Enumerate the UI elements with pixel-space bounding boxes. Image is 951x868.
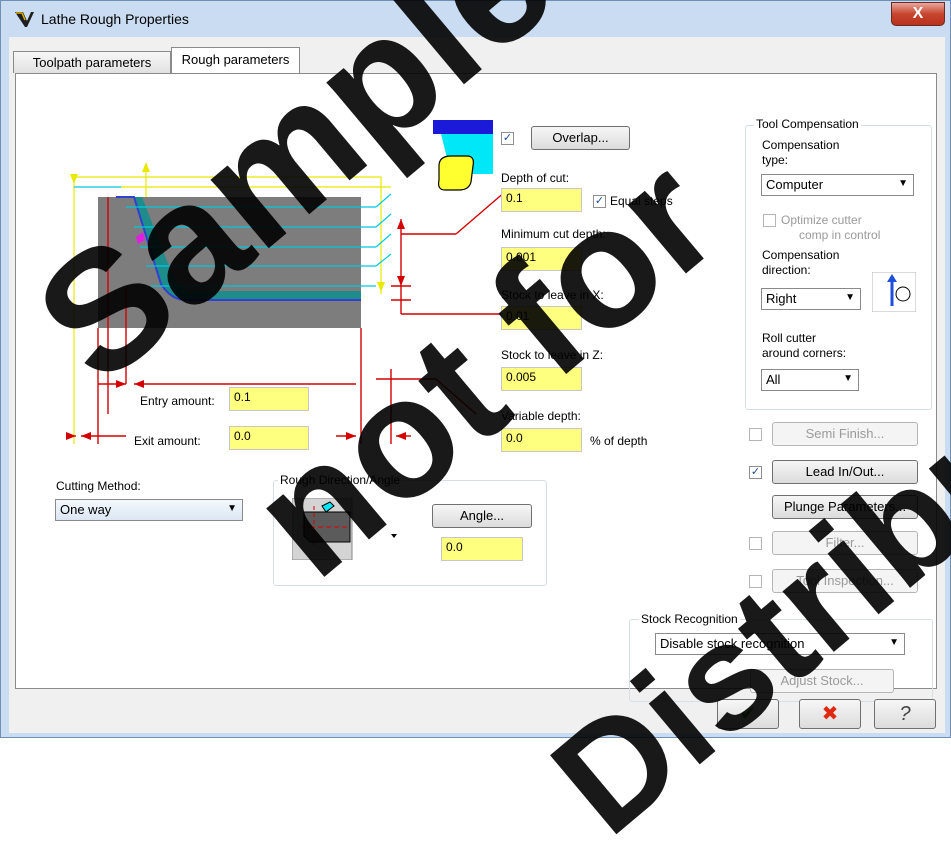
lead-in-out-button[interactable]: Lead In/Out... [772,460,918,484]
cutting-method-select[interactable]: One way ▼ [55,499,243,521]
variable-depth-label: Variable depth: [501,409,581,423]
stock-to-leave-x-label: Stock to leave in X: [501,288,604,302]
chevron-down-icon: ▼ [843,373,853,384]
overlap-button[interactable]: Overlap... [531,126,630,150]
cutting-method-label: Cutting Method: [56,479,141,493]
adjust-stock-button[interactable]: Adjust Stock... [750,669,894,693]
equal-steps-label: Equal steps [610,194,673,208]
chevron-down-icon: ▼ [845,292,855,303]
close-button[interactable]: X [891,2,945,26]
minimum-cut-depth-input[interactable]: 0.001 [501,247,582,271]
help-button[interactable]: ? [874,699,936,729]
entry-amount-input[interactable]: 0.1 [229,387,309,411]
ok-button[interactable]: ✔ [717,699,779,729]
rough-direction-dropdown[interactable] [292,498,402,560]
stock-to-leave-z-input[interactable]: 0.005 [501,367,582,391]
rough-parameters-panel: ✓ Overlap... Depth of cut: 0.1 ✓ Equal s… [15,73,937,702]
plunge-parameters-button[interactable]: Plunge Parameters... [772,495,918,519]
optimize-cutter-checkbox[interactable] [763,214,776,227]
variable-depth-unit: % of depth [590,434,648,448]
optimize-cutter-label-line1: Optimize cutter [781,213,862,227]
compensation-type-value: Computer [766,177,824,192]
exit-amount-input[interactable]: 0.0 [229,426,309,450]
compensation-direction-select[interactable]: Right ▼ [761,288,861,310]
compensation-direction-label-line1: Compensation [762,248,840,262]
rough-direction-title: Rough Direction/Angle [278,473,403,487]
roll-cutter-label-line2: around corners: [762,346,847,360]
chevron-down-icon: ▼ [227,503,237,514]
roll-cutter-value: All [766,372,781,387]
depth-of-cut-label: Depth of cut: [501,171,570,185]
semi-finish-button[interactable]: Semi Finish... [772,422,918,446]
compensation-direction-value: Right [766,291,797,306]
stock-to-leave-z-label: Stock to leave in Z: [501,348,604,362]
window-title: Lathe Rough Properties [41,11,189,27]
stock-recognition-select[interactable]: Disable stock recognition ▼ [655,633,905,655]
compensation-type-label-line1: Compensation [762,138,840,152]
semi-finish-checkbox[interactable] [749,428,762,441]
cutting-method-value: One way [60,502,112,517]
filter-button[interactable]: Filter... [772,531,918,555]
tool-inspection-checkbox[interactable] [749,575,762,588]
stock-to-leave-x-input[interactable]: 0.01 [501,306,582,330]
stock-recognition-title: Stock Recognition [639,612,740,626]
chevron-down-icon: ▼ [898,178,908,189]
tab-rough-parameters[interactable]: Rough parameters [171,47,300,74]
cancel-button[interactable]: ✖ [799,699,861,729]
tab-toolpath-parameters[interactable]: Toolpath parameters [13,51,171,73]
optimize-cutter-label-line2: comp in control [799,228,881,242]
compensation-type-select[interactable]: Computer ▼ [761,174,914,196]
compensation-type-label-line2: type: [762,153,789,167]
angle-input[interactable]: 0.0 [441,537,523,561]
chevron-down-icon: ▼ [889,637,899,648]
filter-checkbox[interactable] [749,537,762,550]
stock-recognition-value: Disable stock recognition [660,636,805,651]
minimum-cut-depth-label: Minimum cut depth: [501,227,606,241]
stock-part-shape [98,197,361,328]
overlap-checkbox[interactable]: ✓ [501,132,514,145]
lead-in-out-checkbox[interactable]: ✓ [749,466,762,479]
roll-cutter-select[interactable]: All ▼ [761,369,859,391]
depth-of-cut-input[interactable]: 0.1 [501,188,582,212]
tool-inspection-button[interactable]: Tool Inspection... [772,569,918,593]
roll-cutter-label-line1: Roll cutter [762,331,817,345]
exit-amount-label: Exit amount: [134,434,201,448]
variable-depth-input[interactable]: 0.0 [501,428,582,452]
dialog-client-area: Toolpath parameters Rough parameters ✓ O… [9,37,945,733]
title-bar: Lathe Rough Properties X [1,1,951,37]
equal-steps-checkbox[interactable]: ✓ [593,195,606,208]
app-icon [15,12,34,27]
entry-amount-label: Entry amount: [140,394,215,408]
compensation-direction-icon [872,272,916,312]
angle-button[interactable]: Angle... [432,504,532,528]
dialog-window: Lathe Rough Properties X Toolpath parame… [0,0,951,738]
tool-compensation-title: Tool Compensation [754,117,861,131]
compensation-direction-label-line2: direction: [762,263,811,277]
tool-insert-icon [433,120,493,191]
